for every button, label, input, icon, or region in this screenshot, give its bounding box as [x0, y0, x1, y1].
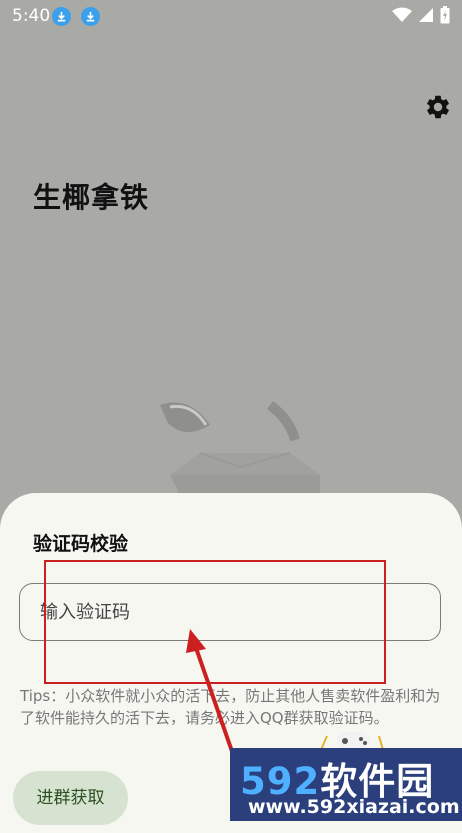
status-bar: 5:40: [0, 0, 462, 32]
download-icon: [81, 7, 100, 26]
gear-icon[interactable]: [424, 93, 452, 121]
status-time: 5:40: [12, 6, 51, 26]
app-title: 生椰拿铁: [33, 181, 150, 214]
watermark-url: www.592xiazai.com: [248, 796, 460, 818]
verification-code-input[interactable]: [19, 583, 441, 641]
status-icons: [392, 6, 450, 24]
download-icon: [52, 7, 71, 26]
sheet-title: 验证码校验: [33, 533, 129, 555]
battery-charging-icon: [440, 6, 450, 24]
wifi-icon: [392, 7, 412, 22]
tips-text: Tips：小众软件就小众的活下去，防止其他人售卖软件盈利和为了软件能持久的活下去…: [20, 687, 441, 727]
signal-icon: [419, 8, 433, 22]
join-group-button[interactable]: 进群获取: [13, 771, 128, 825]
site-watermark: 592软件园 www.592xiazai.com: [230, 748, 462, 821]
